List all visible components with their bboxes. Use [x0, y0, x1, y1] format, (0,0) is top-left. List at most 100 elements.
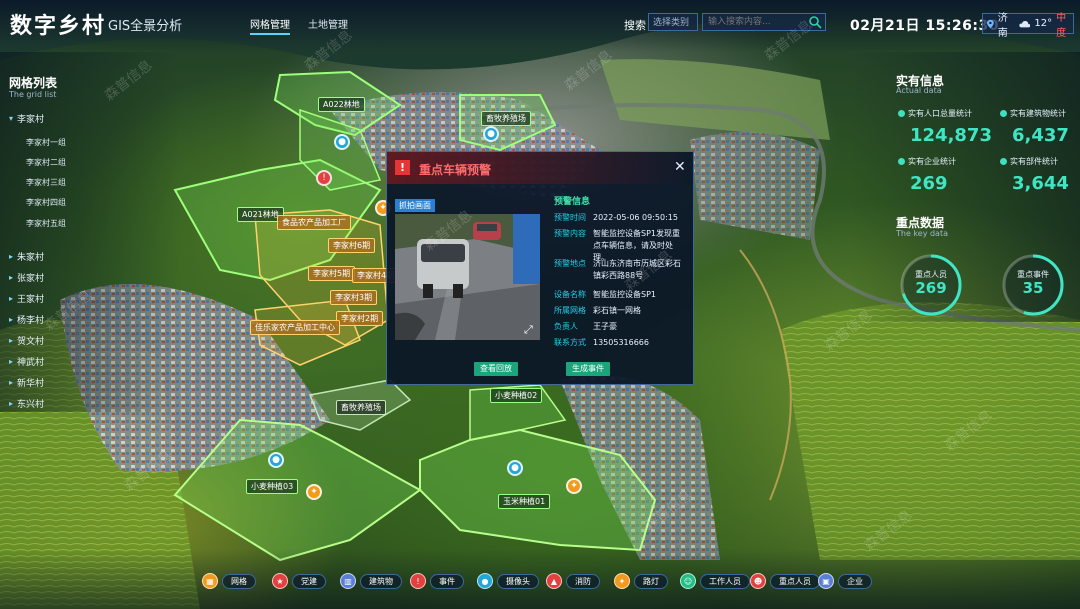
- light-icon: ✦: [614, 573, 630, 589]
- grid-sub-item[interactable]: 李家村三组: [26, 177, 66, 188]
- chevron-right-icon: ▸: [9, 378, 14, 387]
- grid-item-village[interactable]: ▸ 朱家村: [9, 250, 44, 263]
- stat-building-value: 6,437: [1012, 125, 1069, 146]
- grid-list-title: 网格列表: [9, 76, 58, 90]
- ring-key-persons-value: 269: [915, 279, 947, 297]
- person-icon: [898, 110, 905, 117]
- toolbar-party[interactable]: ★ 党建: [272, 572, 326, 590]
- grid-item-village[interactable]: ▸ 贺文村: [9, 334, 44, 347]
- map-label[interactable]: 玉米种植01: [498, 494, 551, 509]
- enterprise-icon: [898, 158, 905, 165]
- grid-item-village[interactable]: ▸ 杨李村: [9, 313, 44, 326]
- field-location-key: 预警地点: [554, 259, 586, 268]
- snapshot-scene: [395, 214, 540, 340]
- weather-widget: 济南 12° 中度: [982, 13, 1074, 39]
- app-subtitle: GIS全景分析: [108, 19, 183, 34]
- field-owner-key: 负责人: [554, 322, 578, 331]
- chevron-right-icon: ▸: [9, 315, 14, 324]
- map-label[interactable]: 小麦种植03: [246, 479, 299, 494]
- chevron-right-icon: ▸: [9, 399, 14, 408]
- camera-icon[interactable]: ●: [334, 134, 350, 150]
- grid-item-lijiacun[interactable]: ▾ 李家村: [9, 112, 44, 125]
- create-event-button[interactable]: 生成事件: [566, 362, 610, 376]
- toolbar-event[interactable]: ! 事件: [410, 572, 464, 590]
- stat-enterprise-label: 实有企业统计: [898, 156, 956, 167]
- person-icon: ☻: [750, 573, 766, 589]
- grid-list-subtitle: The grid list: [9, 90, 57, 99]
- toolbar-streetlight[interactable]: ✦ 路灯: [614, 572, 668, 590]
- map-label[interactable]: 畜牧养殖场: [336, 400, 386, 415]
- party-icon: ★: [272, 573, 288, 589]
- chevron-right-icon: ▸: [9, 252, 14, 261]
- map-label[interactable]: 畜牧养殖场: [481, 111, 531, 126]
- dialog-title: 重点车辆预警: [419, 163, 492, 177]
- toolbar-building[interactable]: ▥ 建筑物: [340, 572, 402, 590]
- chevron-down-icon: ▾: [9, 114, 14, 123]
- search-category-select[interactable]: 选择类别: [648, 13, 698, 31]
- grid-item-village[interactable]: ▸ 神武村: [9, 355, 44, 368]
- grid-sub-item[interactable]: 李家村二组: [26, 157, 66, 168]
- field-device-key: 设备名称: [554, 290, 586, 299]
- toolbar-grid[interactable]: ▦ 网格: [202, 572, 256, 590]
- vehicle-alert-dialog: ! 重点车辆预警 ✕ 抓拍画面 ⤢ 预警信息 预警时间 2022-05-06 0…: [386, 151, 694, 385]
- toolbar-camera[interactable]: ● 摄像头: [477, 572, 539, 590]
- grid-sub-item[interactable]: 李家村四组: [26, 197, 66, 208]
- map-label[interactable]: 李家村3期: [330, 290, 378, 305]
- stat-component-label: 实有部件统计: [1000, 156, 1058, 167]
- weather-aqi: 中度: [1056, 12, 1067, 39]
- stat-enterprise-value: 269: [910, 173, 948, 194]
- app-title: 数字乡村: [10, 14, 107, 39]
- map-label[interactable]: A022林地: [318, 97, 365, 112]
- map-label[interactable]: 佳乐家农产品加工中心: [250, 320, 340, 335]
- alert-icon[interactable]: !: [316, 170, 332, 186]
- field-device-value: 智能监控设备SP1: [593, 290, 656, 299]
- chevron-right-icon: ▸: [9, 273, 14, 282]
- grid-item-village[interactable]: ▸ 东兴村: [9, 397, 44, 410]
- grid-item-village[interactable]: ▸ 王家村: [9, 292, 44, 305]
- map-label[interactable]: 李家村6期: [328, 238, 376, 253]
- alert-icon: !: [410, 573, 426, 589]
- view-playback-button[interactable]: 查看回放: [474, 362, 518, 376]
- grid-sub-item[interactable]: 李家村一组: [26, 137, 66, 148]
- close-icon[interactable]: ✕: [674, 159, 686, 175]
- light-icon[interactable]: ✦: [566, 478, 582, 494]
- camera-icon[interactable]: ●: [507, 460, 523, 476]
- field-time-key: 预警时间: [554, 213, 586, 222]
- enterprise-icon: ▣: [818, 573, 834, 589]
- location-icon: [987, 19, 994, 28]
- actual-info-subtitle: Actual data: [896, 86, 942, 95]
- alert-info-title: 预警信息: [554, 197, 591, 207]
- map-label[interactable]: 李家村5期: [308, 266, 356, 281]
- light-icon[interactable]: ✦: [306, 484, 322, 500]
- camera-icon[interactable]: ●: [268, 452, 284, 468]
- tab-grid-management[interactable]: 网格管理: [250, 16, 290, 35]
- map-label[interactable]: 李家村2期: [336, 311, 384, 326]
- grid-item-village[interactable]: ▸ 新华村: [9, 376, 44, 389]
- building-icon: [1000, 110, 1007, 117]
- field-grid-key: 所属网格: [554, 306, 586, 315]
- building-icon: ▥: [340, 573, 356, 589]
- map-label[interactable]: 食品农产品加工厂: [277, 215, 351, 230]
- camera-icon[interactable]: ●: [483, 126, 499, 142]
- cloud-icon: [1018, 20, 1031, 27]
- grid-icon: ▦: [202, 573, 218, 589]
- camera-icon: ●: [477, 573, 493, 589]
- chevron-right-icon: ▸: [9, 294, 14, 303]
- snapshot-image[interactable]: [395, 214, 540, 340]
- toolbar-staff[interactable]: ☺ 工作人员: [680, 572, 750, 590]
- map-label[interactable]: 小麦种植02: [490, 388, 543, 403]
- expand-icon[interactable]: ⤢: [524, 323, 533, 337]
- component-icon: [1000, 158, 1007, 165]
- search-label: 搜索: [624, 19, 646, 32]
- grid-item-village[interactable]: ▸ 张家村: [9, 271, 44, 284]
- alert-icon: !: [395, 160, 410, 175]
- toolbar-enterprise[interactable]: ▣ 企业: [818, 572, 872, 590]
- grid-sub-item[interactable]: 李家村五组: [26, 218, 66, 229]
- toolbar-key-person[interactable]: ☻ 重点人员: [750, 572, 820, 590]
- field-phone-key: 联系方式: [554, 338, 586, 347]
- tab-land-management[interactable]: 土地管理: [308, 16, 348, 31]
- staff-icon: ☺: [680, 573, 696, 589]
- toolbar-fire[interactable]: ▲ 消防: [546, 572, 600, 590]
- search-icon[interactable]: [808, 15, 822, 29]
- ring-key-events-value: 35: [1022, 279, 1044, 297]
